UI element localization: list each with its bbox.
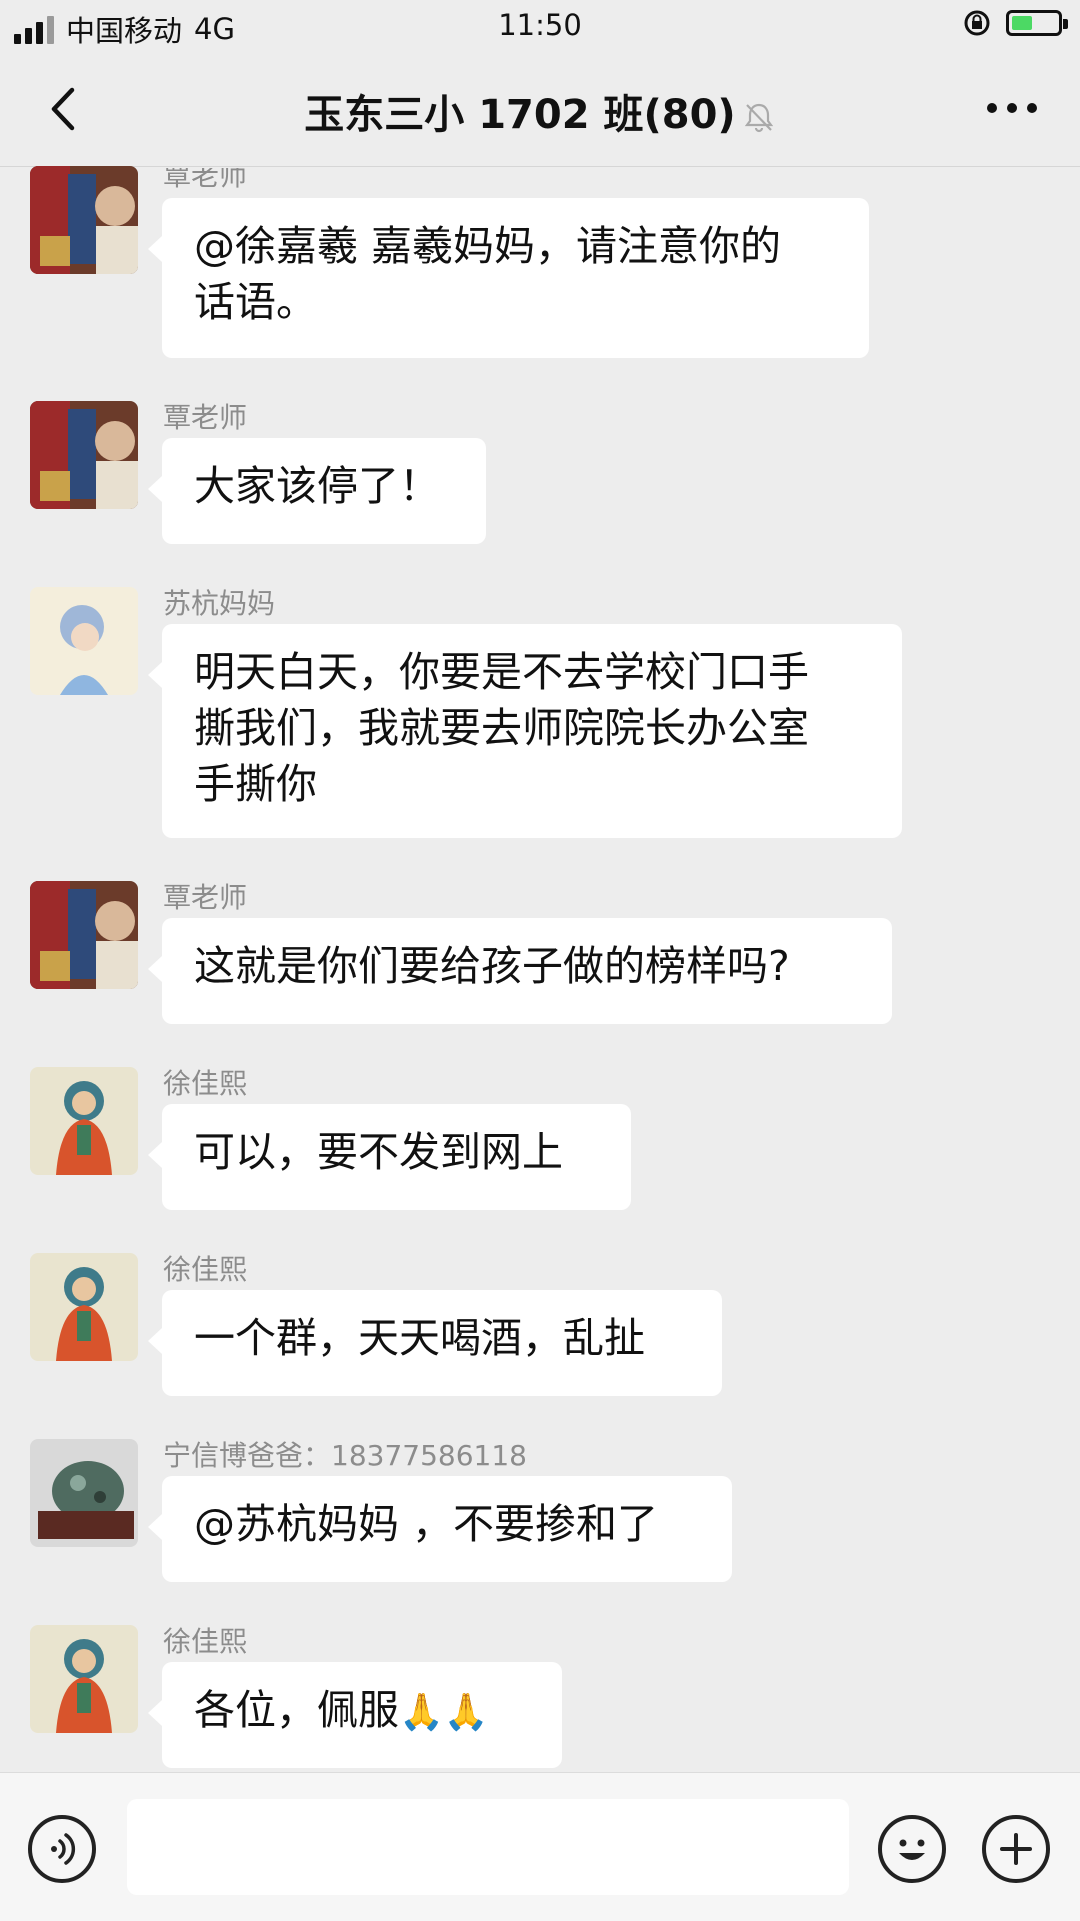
sender-name: 宁信博爸爸：18377586118 xyxy=(163,1439,527,1472)
status-right xyxy=(962,8,1068,38)
buddha-avatar[interactable] xyxy=(30,1625,138,1733)
portrait-avatar[interactable] xyxy=(30,587,138,695)
message-text-line: 明天白天，你要是不去学校门口手 xyxy=(194,648,809,696)
message-text-line: 这就是你们要给孩子做的榜样吗? xyxy=(194,942,790,990)
chat-title: 玉东三小 1702 班(80) xyxy=(304,92,736,138)
message-text-line: @徐嘉羲 嘉羲妈妈，请注意你的 xyxy=(194,222,782,270)
painting-avatar[interactable] xyxy=(30,881,138,989)
message-text: 各位，佩服 xyxy=(194,1686,399,1734)
message-text-line: 大家该停了！ xyxy=(194,462,440,510)
sender-name: 徐佳熙 xyxy=(163,1067,248,1100)
sender-name: 徐佳熙 xyxy=(163,1625,248,1658)
buddha-avatar[interactable] xyxy=(30,1253,138,1361)
status-bar: 中国移动 4G 11:50 xyxy=(0,0,1080,52)
stone-avatar[interactable] xyxy=(30,1439,138,1547)
message-input[interactable] xyxy=(127,1799,849,1895)
message-bubble[interactable]: 这就是你们要给孩子做的榜样吗? xyxy=(148,918,892,1024)
message-text-line: 一个群，天天喝酒，乱扯 xyxy=(194,1314,645,1362)
more-horizontal-icon[interactable] xyxy=(982,98,1042,118)
message-bubble[interactable]: 可以，要不发到网上 xyxy=(148,1104,631,1210)
message-bubble[interactable]: @苏杭妈妈 ，不要掺和了 xyxy=(148,1476,732,1582)
sender-name: 苏杭妈妈 xyxy=(163,587,276,620)
clock: 11:50 xyxy=(498,8,582,42)
plus-icon[interactable] xyxy=(982,1815,1050,1883)
message-text-line: 手撕你 xyxy=(194,760,317,808)
battery-icon xyxy=(1006,10,1068,36)
message-bubble[interactable]: 大家该停了！ xyxy=(148,438,486,544)
painting-avatar[interactable] xyxy=(30,166,138,274)
message-text-line: 话语。 xyxy=(194,278,317,326)
painting-avatar[interactable] xyxy=(30,401,138,509)
message-bubble[interactable]: 一个群，天天喝酒，乱扯 xyxy=(148,1290,722,1396)
rotation-lock-icon xyxy=(964,10,990,36)
message-bubble[interactable]: @徐嘉羲 嘉羲妈妈，请注意你的 话语。 xyxy=(148,198,869,358)
message-text-line: 可以，要不发到网上 xyxy=(194,1128,563,1176)
message-text-line: 撕我们，我就要去师院院长办公室 xyxy=(194,704,809,752)
sender-name: 覃老师 xyxy=(163,401,248,434)
sender-name: 徐佳熙 xyxy=(163,1253,248,1286)
pray-hands-emoji: 🙏🙏 xyxy=(399,1692,489,1733)
message-bubble[interactable]: 各位，佩服🙏🙏 xyxy=(148,1662,562,1768)
buddha-avatar[interactable] xyxy=(30,1067,138,1175)
message-text-line: 各位，佩服🙏🙏 xyxy=(194,1682,530,1741)
bell-slash-icon xyxy=(744,103,773,133)
sender-name: 覃老师 xyxy=(163,881,248,914)
voice-icon[interactable] xyxy=(28,1815,96,1883)
chat-title-wrap: 玉东三小 1702 班(80) xyxy=(0,82,1080,140)
input-bar xyxy=(0,1772,1080,1921)
chat-header: 玉东三小 1702 班(80) xyxy=(0,52,1080,167)
message-bubble[interactable]: 明天白天，你要是不去学校门口手 撕我们，我就要去师院院长办公室 手撕你 xyxy=(148,624,902,838)
message-text-line: @苏杭妈妈 ，不要掺和了 xyxy=(194,1500,659,1548)
smiley-icon[interactable] xyxy=(878,1815,946,1883)
